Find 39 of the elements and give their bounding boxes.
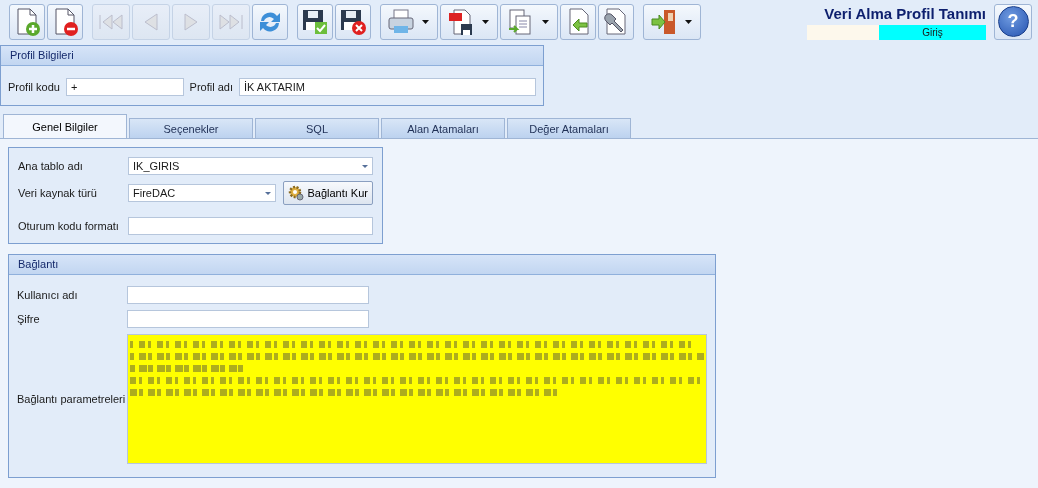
text-field[interactable] (127, 310, 369, 328)
status-field (807, 24, 879, 40)
connect-button[interactable]: Bağlantı Kur (283, 181, 373, 205)
toolbar-button[interactable] (297, 3, 333, 40)
mode-label: Giriş (879, 24, 986, 40)
tab[interactable]: SQL (255, 118, 379, 138)
tab[interactable]: Değer Atamaları (507, 118, 631, 138)
toolbar-button[interactable] (47, 3, 83, 40)
panel-title: Profil Bilgileri (1, 46, 543, 66)
gear-icon (288, 185, 305, 201)
field-label: Profil adı (189, 81, 233, 93)
caret-icon (684, 19, 692, 24)
caret-icon (265, 191, 272, 195)
field-label: Profil kodu (8, 81, 60, 93)
dropdown-toolbar-button[interactable] (440, 3, 498, 40)
toolbar-button[interactable] (335, 3, 371, 40)
window-title: Veri Alma Profil Tanımı (824, 3, 986, 24)
caret-icon (541, 19, 549, 24)
tab[interactable]: Genel Bilgiler (3, 114, 127, 138)
toolbar-button[interactable] (598, 3, 634, 40)
field-label: Bağlantı parametreleri (17, 393, 127, 405)
field-label: Veri kaynak türü (18, 187, 98, 199)
tab[interactable]: Seçenekler (129, 118, 253, 138)
text-field[interactable]: + (66, 78, 184, 96)
dropdown-field[interactable]: FireDAC (128, 184, 277, 202)
caret-icon (481, 19, 489, 24)
field-label: Kullanıcı adı (17, 289, 79, 301)
tab[interactable]: Alan Atamaları (381, 118, 505, 138)
text-area[interactable] (127, 334, 707, 464)
text-field[interactable]: İK AKTARIM (239, 78, 536, 96)
text-field[interactable] (127, 286, 369, 304)
field-label: Oturum kodu formatı (18, 220, 120, 232)
field-label: Şifre (17, 313, 41, 325)
caret-icon (421, 19, 429, 24)
panel-title: Bağlantı (9, 255, 715, 275)
text-field[interactable] (128, 217, 373, 235)
dropdown-field[interactable]: IK_GIRIS (128, 157, 373, 175)
caret-icon (362, 164, 368, 168)
field-label: Ana tablo adı (18, 160, 84, 172)
